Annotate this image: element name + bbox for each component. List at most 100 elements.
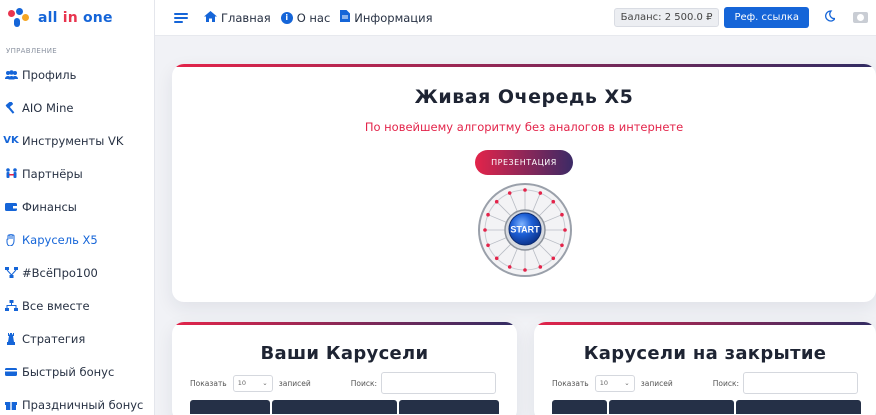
wheel-rim-dot <box>551 199 556 204</box>
sidebar-item-profile[interactable]: Профиль <box>0 58 154 91</box>
info-icon: i <box>280 11 293 24</box>
chess-icon <box>3 332 19 345</box>
wheel-rim-dot <box>560 212 564 217</box>
gift-icon <box>3 399 19 410</box>
show-label: Показать <box>552 378 589 388</box>
wheel-rim-dot <box>563 228 567 232</box>
sidebar-item-label: Быстрый бонус <box>22 364 115 379</box>
menu-toggle-icon[interactable] <box>174 11 188 25</box>
sidebar-item-vk-tools[interactable]: VK Инструменты VK <box>0 124 154 157</box>
closing-carousels-title: Карусели на закрытие <box>583 343 827 364</box>
your-carousels-title: Ваши Карусели <box>260 343 429 364</box>
wheel-rim-dot <box>494 199 499 204</box>
nav-home[interactable]: Главная <box>204 10 271 25</box>
logo-text: all in one <box>38 10 113 26</box>
partners-icon <box>3 168 19 179</box>
balance-display: Баланс: 2 500.0 ₽ <box>613 8 720 27</box>
wallet-icon <box>3 202 19 212</box>
sidebar-item-all-together[interactable]: Все вместе <box>0 289 154 322</box>
entries-select[interactable]: 10 ⌄ <box>232 374 273 392</box>
entries-label: записей <box>640 378 673 388</box>
vk-icon: VK <box>3 135 19 146</box>
hammer-icon <box>3 101 19 114</box>
wheel-rim-dot <box>494 256 499 261</box>
sidebar-item-label: Все вместе <box>22 298 90 313</box>
search-input[interactable] <box>381 372 497 394</box>
sidebar-item-quick-bonus[interactable]: Быстрый бонус <box>0 355 154 388</box>
sidebar-item-label: Финансы <box>22 199 77 214</box>
hand-icon <box>3 233 19 246</box>
section-label: УПРАВЛЕНИЕ <box>6 47 57 55</box>
network-icon <box>3 267 19 278</box>
entries-select[interactable]: 10 ⌄ <box>594 374 635 392</box>
camera-icon[interactable] <box>853 12 868 23</box>
sidebar-nav: Профиль AIO Mine VK Инструменты VK Партн… <box>0 58 154 415</box>
home-icon <box>204 10 217 25</box>
logo-icon <box>8 8 30 28</box>
wheel-rim-dot <box>486 243 490 248</box>
table-header-cell[interactable] <box>399 400 499 414</box>
wheel-rim-dot <box>523 268 527 272</box>
sidebar-item-partners[interactable]: Партнёры <box>0 157 154 190</box>
document-icon <box>340 10 351 25</box>
show-label: Показать <box>190 378 227 388</box>
wheel-rim-dot <box>486 212 490 217</box>
card-icon <box>3 367 19 377</box>
entries-value: 10 <box>599 379 609 387</box>
nav-info[interactable]: Информация <box>340 10 433 25</box>
sidebar-item-aio-mine[interactable]: AIO Mine <box>0 91 154 124</box>
search-input[interactable] <box>743 372 859 394</box>
table-header <box>172 400 517 414</box>
sitemap-icon <box>3 300 19 311</box>
top-bar: Главная i О нас Информация Баланс: 2 500… <box>155 0 876 36</box>
sidebar-item-label: Профиль <box>22 67 77 82</box>
closing-carousels-card: Карусели на закрытие Показать 10 ⌄ запис… <box>534 322 876 415</box>
nav-about[interactable]: i О нас <box>280 10 331 25</box>
sidebar-item-vsepro100[interactable]: #ВсёПро100 <box>0 256 154 289</box>
sidebar-item-finance[interactable]: Финансы <box>0 190 154 223</box>
ref-link-button[interactable]: Реф. ссылка <box>724 7 809 28</box>
your-carousels-card: Ваши Карусели Показать 10 ⌄ записей Поис… <box>172 322 517 415</box>
search-label: Поиск: <box>350 378 378 388</box>
sidebar-item-label: Партнёры <box>22 166 83 181</box>
chevron-down-icon: ⌄ <box>624 379 630 387</box>
sidebar-item-holiday-bonus[interactable]: Праздничный бонус <box>0 388 154 415</box>
table-controls: Показать 10 ⌄ записей Поиск: <box>534 372 876 394</box>
top-right-controls: Баланс: 2 500.0 ₽ Реф. ссылка <box>613 7 876 28</box>
wheel-rim-dot <box>507 191 512 195</box>
sidebar-item-label: Карусель X5 <box>22 232 98 247</box>
entries-label: записей <box>278 378 311 388</box>
table-header <box>534 400 876 414</box>
table-header-cell[interactable] <box>609 400 734 414</box>
wheel-rim-dot <box>551 256 556 261</box>
hero-subtitle: По новейшему алгоритму без аналогов в ин… <box>364 120 684 134</box>
logo[interactable]: all in one <box>0 0 154 36</box>
moon-icon[interactable] <box>823 9 837 26</box>
wheel-rim-dot <box>538 191 543 195</box>
entries-value: 10 <box>237 379 247 387</box>
wheel-rim-dot <box>538 265 543 269</box>
sidebar-item-label: Стратегия <box>22 331 86 346</box>
table-header-cell[interactable] <box>552 400 607 414</box>
sidebar-item-label: AIO Mine <box>22 100 74 115</box>
table-header-cell[interactable] <box>190 400 270 414</box>
wheel-rim-dot <box>507 265 512 269</box>
start-wheel[interactable]: START <box>477 182 573 278</box>
sidebar: all in one УПРАВЛЕНИЕ Профиль AIO Mine V… <box>0 0 155 415</box>
sidebar-item-strategy[interactable]: Стратегия <box>0 322 154 355</box>
sidebar-item-carousel-x5[interactable]: Карусель X5 <box>0 223 154 256</box>
users-icon <box>3 69 19 80</box>
start-label: START <box>510 225 540 235</box>
nav-info-label: Информация <box>354 10 433 25</box>
nav-about-label: О нас <box>296 10 331 25</box>
wheel-rim-dot <box>560 243 564 248</box>
presentation-button[interactable]: ПРЕЗЕНТАЦИЯ <box>475 150 573 175</box>
table-header-cell[interactable] <box>272 400 397 414</box>
sidebar-item-label: #ВсёПро100 <box>22 265 98 280</box>
hero-card: Живая Очередь X5 По новейшему алгоритму … <box>172 64 876 302</box>
table-controls: Показать 10 ⌄ записей Поиск: <box>172 372 517 394</box>
table-header-cell[interactable] <box>736 400 861 414</box>
hero-title: Живая Очередь X5 <box>414 86 634 108</box>
wheel-rim-dot <box>523 188 527 192</box>
nav-home-label: Главная <box>221 10 271 25</box>
